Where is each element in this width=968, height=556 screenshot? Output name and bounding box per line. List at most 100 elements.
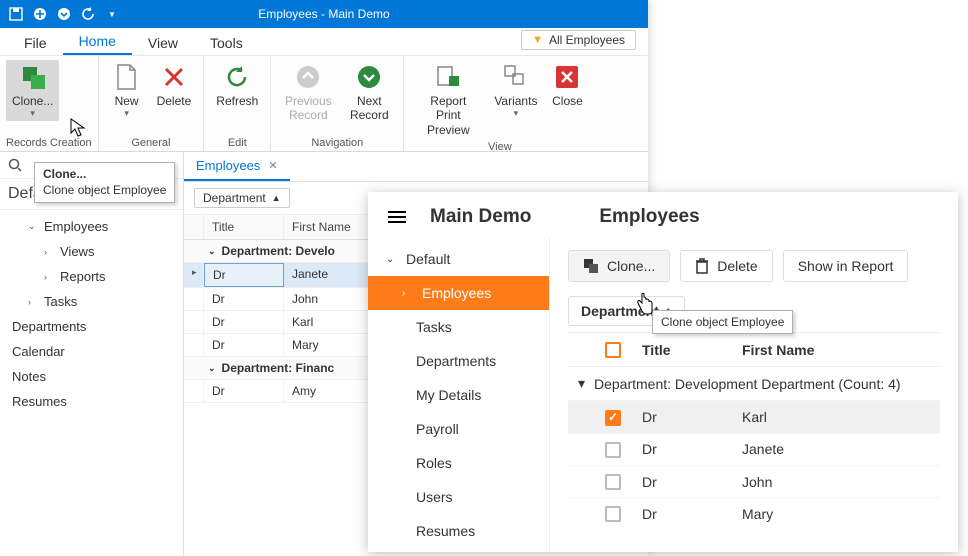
filter-label: All Employees bbox=[549, 33, 625, 47]
ribbon-group-label: Edit bbox=[210, 135, 264, 149]
nav-employees[interactable]: ⌄Employees bbox=[0, 214, 183, 239]
caret-right-icon: › bbox=[402, 288, 412, 299]
titlebar-quick-icons: ▼ bbox=[0, 6, 120, 22]
ribbon-group-navigation: Previous Record Next Record Navigation bbox=[271, 56, 404, 151]
ribbon-group-edit: Refresh Edit bbox=[204, 56, 271, 151]
title-column[interactable]: Title bbox=[204, 215, 284, 239]
menu-tools[interactable]: Tools bbox=[194, 31, 259, 55]
tab-employees[interactable]: Employees ✕ bbox=[184, 152, 290, 181]
report-icon bbox=[433, 62, 463, 92]
web-col-title[interactable]: Title bbox=[632, 342, 732, 358]
caret-down-icon: ⌄ bbox=[208, 363, 216, 374]
arrow-down-icon bbox=[354, 62, 384, 92]
ribbon-group-general: New Delete General bbox=[99, 56, 205, 151]
web-nav-employees[interactable]: ›Employees bbox=[368, 276, 549, 310]
nav-notes[interactable]: Notes bbox=[0, 364, 183, 389]
funnel-icon: ▼ bbox=[532, 34, 543, 46]
web-nav-resumes[interactable]: Resumes bbox=[368, 514, 549, 548]
report-preview-button[interactable]: Report Print Preview bbox=[410, 60, 486, 139]
web-app-window: Main Demo Employees ⌄Default ›Employees … bbox=[368, 192, 958, 552]
row-checkbox[interactable] bbox=[594, 441, 632, 458]
next-record-button[interactable]: Next Record bbox=[341, 60, 397, 125]
web-row[interactable]: Dr Mary bbox=[568, 497, 940, 529]
row-indicator-icon: ▸ bbox=[184, 263, 204, 287]
web-nav-mydetails[interactable]: My Details bbox=[368, 378, 549, 412]
select-all-checkbox[interactable] bbox=[594, 341, 632, 358]
web-row[interactable]: Dr Janete bbox=[568, 433, 940, 465]
variants-icon bbox=[501, 62, 531, 92]
file-icon bbox=[112, 62, 142, 92]
new-quick-icon[interactable] bbox=[32, 6, 48, 22]
arrow-up-icon bbox=[293, 62, 323, 92]
x-icon bbox=[159, 62, 189, 92]
web-nav-payroll[interactable]: Payroll bbox=[368, 412, 549, 446]
web-nav: ⌄Default ›Employees Tasks Departments My… bbox=[368, 238, 550, 552]
hand-cursor-icon bbox=[635, 292, 655, 316]
nav-calendar[interactable]: Calendar bbox=[0, 339, 183, 364]
web-actions: Clone... Delete Show in Report bbox=[568, 250, 940, 282]
new-button[interactable]: New bbox=[105, 60, 149, 121]
menubar: File Home View Tools ▼ All Employees bbox=[0, 28, 648, 56]
web-nav-tasks[interactable]: Tasks bbox=[368, 310, 549, 344]
nav-tree: ⌄Employees ›Views ›Reports ›Tasks Depart… bbox=[0, 210, 183, 418]
web-delete-button[interactable]: Delete bbox=[680, 250, 772, 282]
refresh-quick-icon[interactable] bbox=[80, 6, 96, 22]
clone-icon bbox=[18, 62, 48, 92]
caret-down-icon: ⌄ bbox=[28, 221, 38, 232]
caret-right-icon: › bbox=[44, 272, 54, 282]
web-brand: Main Demo bbox=[430, 206, 531, 228]
web-body: ⌄Default ›Employees Tasks Departments My… bbox=[368, 238, 958, 552]
nav-views[interactable]: ›Views bbox=[0, 239, 183, 264]
clone-button[interactable]: Clone... bbox=[6, 60, 59, 121]
web-nav-users[interactable]: Users bbox=[368, 480, 549, 514]
nav-panel: Default ⟂ ⌄Employees ›Views ›Reports ›Ta… bbox=[0, 152, 184, 556]
web-nav-default[interactable]: ⌄Default bbox=[368, 242, 549, 276]
dropdown-quick-icon[interactable]: ▼ bbox=[104, 6, 120, 22]
trash-icon bbox=[695, 258, 709, 274]
close-icon bbox=[552, 62, 582, 92]
web-nav-roles[interactable]: Roles bbox=[368, 446, 549, 480]
tab-close-icon[interactable]: ✕ bbox=[268, 159, 277, 172]
caret-down-icon: ⌄ bbox=[386, 254, 396, 265]
web-nav-departments[interactable]: Departments bbox=[368, 344, 549, 378]
web-group-row[interactable]: ▾ Department: Development Department (Co… bbox=[568, 367, 940, 400]
menu-home[interactable]: Home bbox=[63, 29, 132, 55]
menu-file[interactable]: File bbox=[8, 31, 63, 55]
hamburger-icon[interactable] bbox=[388, 211, 406, 223]
menu-view[interactable]: View bbox=[132, 31, 194, 55]
web-show-report-button[interactable]: Show in Report bbox=[783, 250, 909, 282]
ribbon: Clone... Records Creation New Delete Gen… bbox=[0, 56, 648, 152]
nav-tasks[interactable]: ›Tasks bbox=[0, 289, 183, 314]
clone-tooltip: Clone... Clone object Employee bbox=[34, 162, 175, 203]
nav-departments[interactable]: Departments bbox=[0, 314, 183, 339]
clone-icon bbox=[583, 258, 599, 274]
row-checkbox[interactable] bbox=[594, 473, 632, 490]
web-row[interactable]: Dr Karl bbox=[568, 400, 940, 432]
previous-record-button[interactable]: Previous Record bbox=[277, 60, 339, 125]
web-col-firstname[interactable]: First Name bbox=[732, 342, 940, 358]
titlebar: ▼ Employees - Main Demo bbox=[0, 0, 648, 28]
row-checkbox[interactable] bbox=[594, 408, 632, 425]
filter-dropdown[interactable]: ▼ All Employees bbox=[521, 30, 636, 50]
caret-right-icon: › bbox=[28, 297, 38, 307]
select-column bbox=[184, 215, 204, 239]
nav-resumes[interactable]: Resumes bbox=[0, 389, 183, 414]
web-clone-tooltip: Clone object Employee bbox=[652, 310, 793, 334]
web-grid-header: Title First Name bbox=[568, 332, 940, 367]
delete-button[interactable]: Delete bbox=[151, 60, 198, 110]
ribbon-group-label: General bbox=[105, 135, 198, 149]
web-row[interactable]: Dr John bbox=[568, 465, 940, 497]
nav-reports[interactable]: ›Reports bbox=[0, 264, 183, 289]
web-clone-button[interactable]: Clone... bbox=[568, 250, 670, 282]
refresh-button[interactable]: Refresh bbox=[210, 60, 264, 110]
group-by-chip[interactable]: Department ▲ bbox=[194, 188, 290, 208]
web-page-title: Employees bbox=[599, 206, 699, 228]
row-checkbox[interactable] bbox=[594, 505, 632, 522]
variants-button[interactable]: Variants bbox=[488, 60, 543, 121]
search-icon bbox=[8, 158, 22, 172]
sort-asc-icon: ▲ bbox=[272, 193, 281, 203]
down-quick-icon[interactable] bbox=[56, 6, 72, 22]
save-icon[interactable] bbox=[8, 6, 24, 22]
close-button[interactable]: Close bbox=[545, 60, 589, 110]
web-header: Main Demo Employees bbox=[368, 192, 958, 238]
